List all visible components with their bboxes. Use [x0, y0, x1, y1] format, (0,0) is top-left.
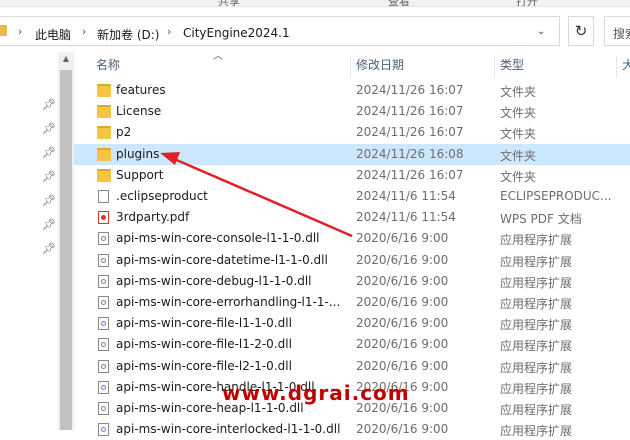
annotation-arrow: [160, 152, 353, 238]
arrow-head: [160, 152, 180, 165]
arrow-line: [171, 156, 353, 238]
watermark-text: www.dgrai.com: [222, 381, 410, 405]
